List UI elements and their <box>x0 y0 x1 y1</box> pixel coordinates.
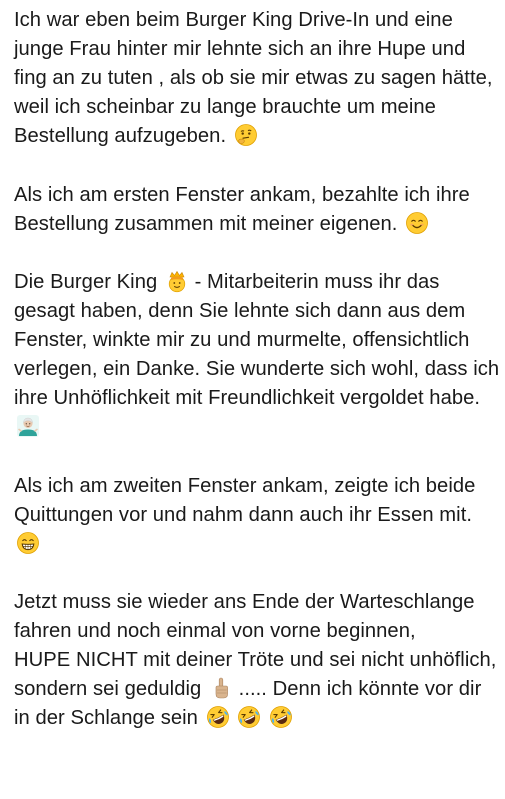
rolling-laughing-icon <box>206 705 230 729</box>
paragraph-text: Als ich am zweiten Fenster ankam, zeigte… <box>14 474 476 526</box>
paragraph-text: Als ich am ersten Fenster ankam, bezahlt… <box>14 183 470 235</box>
paragraph-1: Ich war eben beim Burger King Drive-In u… <box>14 6 500 151</box>
crown-face-icon <box>165 269 189 293</box>
paragraph-text: Jetzt muss sie wieder ans Ende der Warte… <box>14 590 475 642</box>
paragraph-text: Die Burger King <box>14 270 158 293</box>
rolling-laughing-icon <box>269 705 293 729</box>
index-pointing-up-icon <box>209 676 233 700</box>
paragraph-2: Als ich am ersten Fenster ankam, bezahlt… <box>14 181 500 239</box>
thinking-face-icon <box>234 123 258 147</box>
smiling-face-icon <box>405 211 429 235</box>
paragraph-5: Jetzt muss sie wieder ans Ende der Warte… <box>14 588 500 733</box>
rolling-laughing-icon <box>237 705 261 729</box>
paragraph-3: Die Burger King - Mitarbeiterin muss ihr… <box>14 268 500 443</box>
paragraph-4: Als ich am zweiten Fenster ankam, zeigte… <box>14 472 500 559</box>
grinning-face-icon <box>16 531 40 555</box>
post-text: Ich war eben beim Burger King Drive-In u… <box>14 6 500 733</box>
person-shrugging-icon <box>16 414 40 438</box>
